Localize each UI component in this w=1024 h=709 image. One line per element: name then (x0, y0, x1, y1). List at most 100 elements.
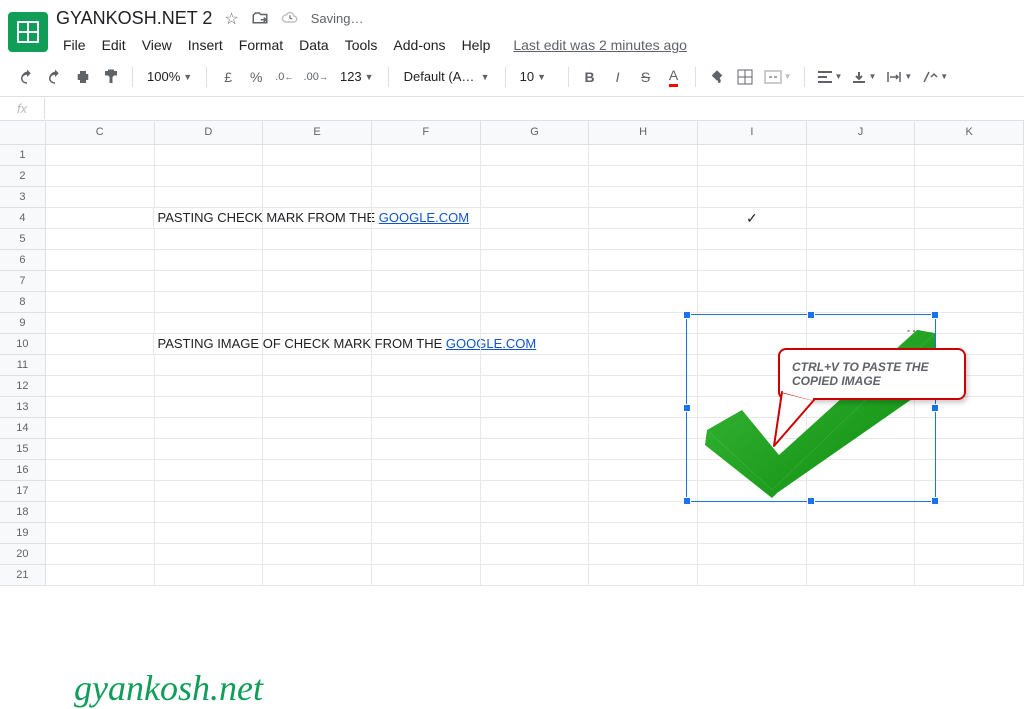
cell-J4[interactable] (807, 208, 916, 229)
row-header-17[interactable]: 17 (0, 481, 46, 502)
wrap-button[interactable]: ▼ (882, 64, 916, 90)
paint-format-button[interactable] (98, 64, 124, 90)
row-header-9[interactable]: 9 (0, 313, 46, 334)
cell-J5[interactable] (807, 229, 916, 250)
menu-insert[interactable]: Insert (181, 33, 230, 57)
cell-K3[interactable] (915, 187, 1024, 208)
cell-E15[interactable] (263, 439, 372, 460)
cell-C1[interactable] (46, 145, 155, 166)
cell-H19[interactable] (589, 523, 698, 544)
cell-G5[interactable] (481, 229, 590, 250)
cell-C12[interactable] (46, 376, 155, 397)
cell-K20[interactable] (915, 544, 1024, 565)
formula-input[interactable] (45, 101, 1024, 116)
col-header-G[interactable]: G (481, 121, 590, 145)
cell-D4[interactable]: PASTING CHECK MARK FROM THE GOOGLE.COM (154, 208, 263, 229)
cell-H2[interactable] (589, 166, 698, 187)
cell-G2[interactable] (481, 166, 590, 187)
redo-button[interactable] (42, 64, 68, 90)
cell-K13[interactable] (915, 397, 1024, 418)
cell-K19[interactable] (915, 523, 1024, 544)
row-header-13[interactable]: 13 (0, 397, 46, 418)
cell-E7[interactable] (263, 271, 372, 292)
cell-G7[interactable] (481, 271, 590, 292)
cell-H5[interactable] (589, 229, 698, 250)
cell-F21[interactable] (372, 565, 481, 586)
cell-E3[interactable] (263, 187, 372, 208)
cell-C5[interactable] (46, 229, 155, 250)
cell-H1[interactable] (589, 145, 698, 166)
text-color-button[interactable]: A (661, 64, 687, 90)
cell-D6[interactable] (155, 250, 264, 271)
zoom-select[interactable]: 100%▼ (141, 64, 198, 90)
cell-D7[interactable] (155, 271, 264, 292)
cell-C10[interactable] (46, 334, 155, 355)
menu-help[interactable]: Help (455, 33, 498, 57)
cell-E12[interactable] (263, 376, 372, 397)
cell-J3[interactable] (807, 187, 916, 208)
cell-I7[interactable] (698, 271, 807, 292)
sheets-logo[interactable] (8, 12, 48, 52)
cell-K15[interactable] (915, 439, 1024, 460)
row-header-16[interactable]: 16 (0, 460, 46, 481)
cell-K9[interactable] (915, 313, 1024, 334)
cell-D20[interactable] (155, 544, 264, 565)
cell-G8[interactable] (481, 292, 590, 313)
cell-G15[interactable] (481, 439, 590, 460)
cell-D8[interactable] (155, 292, 264, 313)
font-select[interactable]: Default (Ari...▼ (397, 64, 497, 90)
cell-D21[interactable] (155, 565, 264, 586)
cell-C21[interactable] (46, 565, 155, 586)
cell-E19[interactable] (263, 523, 372, 544)
cell-I19[interactable] (698, 523, 807, 544)
currency-button[interactable]: £ (215, 64, 241, 90)
cell-D9[interactable] (155, 313, 264, 334)
cell-D3[interactable] (155, 187, 264, 208)
cell-H6[interactable] (589, 250, 698, 271)
bold-button[interactable]: B (577, 64, 603, 90)
cell-F12[interactable] (372, 376, 481, 397)
cell-J6[interactable] (807, 250, 916, 271)
cell-G1[interactable] (481, 145, 590, 166)
cell-F4[interactable] (372, 208, 481, 229)
cell-E1[interactable] (263, 145, 372, 166)
cell-C3[interactable] (46, 187, 155, 208)
cell-D10[interactable]: PASTING IMAGE OF CHECK MARK FROM THE GOO… (154, 334, 263, 355)
cell-I17[interactable] (698, 481, 807, 502)
percent-button[interactable]: % (243, 64, 269, 90)
cell-D5[interactable] (155, 229, 264, 250)
cell-G6[interactable] (481, 250, 590, 271)
cell-I20[interactable] (698, 544, 807, 565)
cell-K21[interactable] (915, 565, 1024, 586)
row-header-7[interactable]: 7 (0, 271, 46, 292)
print-button[interactable] (70, 64, 96, 90)
col-header-E[interactable]: E (263, 121, 372, 145)
cell-H15[interactable] (589, 439, 698, 460)
doc-title[interactable]: GYANKOSH.NET 2 (56, 8, 212, 29)
strikethrough-button[interactable]: S (633, 64, 659, 90)
cell-F17[interactable] (372, 481, 481, 502)
cell-D17[interactable] (155, 481, 264, 502)
row-header-11[interactable]: 11 (0, 355, 46, 376)
cell-G16[interactable] (481, 460, 590, 481)
col-header-J[interactable]: J (807, 121, 916, 145)
decimal-dec-button[interactable]: .0← (271, 64, 297, 90)
cell-D18[interactable] (155, 502, 264, 523)
cell-C13[interactable] (46, 397, 155, 418)
cell-J8[interactable] (807, 292, 916, 313)
cell-F16[interactable] (372, 460, 481, 481)
cell-E17[interactable] (263, 481, 372, 502)
cell-H10[interactable] (589, 334, 698, 355)
cell-C6[interactable] (46, 250, 155, 271)
row-header-8[interactable]: 8 (0, 292, 46, 313)
cell-G13[interactable] (481, 397, 590, 418)
cell-F13[interactable] (372, 397, 481, 418)
cell-E13[interactable] (263, 397, 372, 418)
cell-J20[interactable] (807, 544, 916, 565)
cell-G4[interactable] (481, 208, 590, 229)
cell-G9[interactable] (481, 313, 590, 334)
cell-E11[interactable] (263, 355, 372, 376)
row-header-12[interactable]: 12 (0, 376, 46, 397)
cell-F9[interactable] (372, 313, 481, 334)
move-icon[interactable] (251, 10, 269, 28)
